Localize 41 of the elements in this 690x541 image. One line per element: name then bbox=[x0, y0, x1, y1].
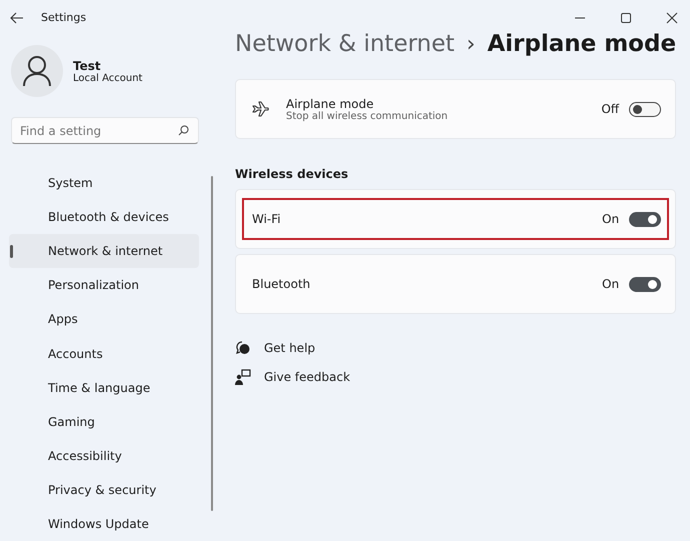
sidebar-item[interactable]: Windows Update bbox=[9, 506, 199, 541]
link[interactable]: Give feedback bbox=[264, 370, 350, 384]
scrollbar[interactable] bbox=[211, 176, 213, 511]
search-field[interactable]: Find a setting bbox=[11, 117, 199, 144]
toggle-state-label: On bbox=[602, 277, 620, 291]
toggle-switch[interactable] bbox=[629, 102, 662, 116]
sidebar-item[interactable]: Network & internet bbox=[9, 234, 199, 268]
sidebar-item[interactable]: Accessibility bbox=[9, 438, 199, 473]
toggle-switch[interactable] bbox=[629, 276, 662, 292]
sidebar-item[interactable]: System bbox=[9, 166, 199, 200]
airplane-icon bbox=[251, 100, 271, 118]
setting-title: Airplane mode bbox=[286, 96, 375, 110]
toggle-state-label: On bbox=[602, 212, 620, 226]
window-title: Settings bbox=[41, 11, 86, 24]
maximize-icon[interactable] bbox=[620, 12, 632, 24]
link[interactable]: Get help bbox=[264, 341, 316, 355]
sidebar-item[interactable]: Apps bbox=[9, 302, 199, 336]
back-icon[interactable] bbox=[10, 12, 24, 24]
account-name: Test bbox=[73, 58, 102, 72]
breadcrumb-separator: › bbox=[466, 32, 476, 57]
setting-description: Stop all wireless communication bbox=[286, 110, 449, 122]
help-icon bbox=[235, 340, 251, 356]
setting-title: Wi-Fi bbox=[252, 212, 282, 226]
close-icon[interactable] bbox=[666, 12, 678, 24]
breadcrumb-parent[interactable]: Network & internet bbox=[235, 31, 455, 57]
toggle-switch[interactable] bbox=[629, 212, 662, 226]
toggle-state-label: Off bbox=[601, 102, 620, 116]
sidebar-item[interactable]: Bluetooth & devices bbox=[9, 200, 199, 234]
section-heading: Wireless devices bbox=[235, 167, 350, 181]
search-icon bbox=[178, 125, 189, 136]
account-type: Local Account bbox=[73, 72, 142, 84]
sidebar-item[interactable]: Personalization bbox=[9, 268, 199, 302]
page-title: Airplane mode bbox=[487, 31, 676, 57]
sidebar-item[interactable]: Privacy & security bbox=[9, 472, 199, 507]
selection-indicator bbox=[10, 245, 13, 258]
sidebar-item[interactable]: Time & language bbox=[9, 370, 199, 405]
avatar-icon bbox=[11, 45, 63, 97]
sidebar-item[interactable]: Gaming bbox=[9, 404, 199, 439]
feedback-icon bbox=[235, 369, 251, 385]
sidebar-item[interactable]: Accounts bbox=[9, 336, 199, 371]
setting-title: Bluetooth bbox=[252, 277, 312, 291]
